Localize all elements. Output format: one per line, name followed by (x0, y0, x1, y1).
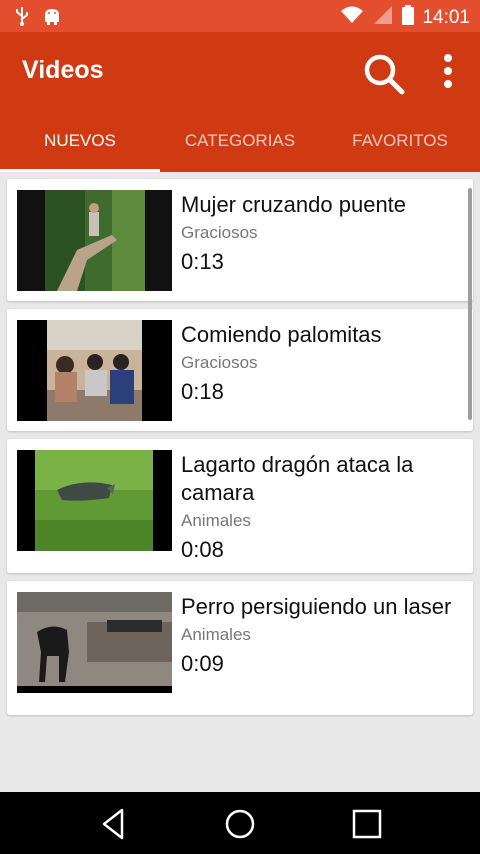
video-category: Graciosos (181, 353, 258, 372)
video-category: Animales (181, 511, 251, 530)
video-card[interactable]: Comiendo palomitas Graciosos 0:18 (7, 309, 473, 431)
video-card[interactable]: Mujer cruzando puente Graciosos 0:13 (7, 179, 473, 301)
back-icon (102, 808, 124, 840)
tab-nuevos[interactable]: NUEVOS (0, 128, 160, 172)
more-vert-icon (444, 54, 452, 88)
tab-categorias[interactable]: CATEGORIAS (160, 128, 320, 172)
recents-icon (352, 809, 382, 839)
battery-icon (402, 5, 415, 30)
scrollbar[interactable] (468, 188, 472, 420)
video-title: Perro persiguiendo un laser (181, 594, 452, 619)
wifi-icon (340, 5, 364, 30)
clock: 14:01 (422, 6, 470, 28)
video-thumbnail (17, 592, 172, 693)
usb-icon (14, 6, 30, 31)
search-button[interactable] (360, 50, 408, 98)
system-nav-bar (0, 792, 480, 854)
video-thumbnail (17, 190, 172, 291)
app-bar: Videos NUEVOS CATEGORIAS FAVORITOS (0, 32, 480, 172)
video-card[interactable]: Perro persiguiendo un laser Animales 0:0… (7, 581, 473, 715)
page-title: Videos (22, 56, 104, 84)
home-button[interactable] (222, 806, 258, 842)
video-thumbnail (17, 320, 172, 421)
video-card[interactable]: Lagarto dragón ataca la camara Animales … (7, 439, 473, 573)
video-category: Animales (181, 625, 251, 644)
tab-bar: NUEVOS CATEGORIAS FAVORITOS (0, 128, 480, 172)
search-icon (364, 54, 405, 95)
video-duration: 0:08 (181, 537, 224, 562)
status-bar: 14:01 (0, 0, 480, 32)
video-duration: 0:18 (181, 379, 224, 404)
home-icon (225, 809, 255, 839)
recents-button[interactable] (349, 806, 385, 842)
android-debug-icon (42, 6, 62, 31)
signal-icon (372, 5, 394, 30)
video-duration: 0:09 (181, 651, 224, 676)
video-thumbnail (17, 450, 172, 551)
tab-favoritos[interactable]: FAVORITOS (320, 128, 480, 172)
back-button[interactable] (96, 806, 132, 842)
video-title: Comiendo palomitas (181, 322, 382, 347)
video-title: Lagarto dragón ataca la camara (181, 452, 414, 505)
video-category: Graciosos (181, 223, 258, 242)
more-options-button[interactable] (430, 50, 466, 98)
video-list: Mujer cruzando puente Graciosos 0:13 Com… (7, 179, 473, 723)
video-duration: 0:13 (181, 249, 224, 274)
video-title: Mujer cruzando puente (181, 192, 407, 217)
